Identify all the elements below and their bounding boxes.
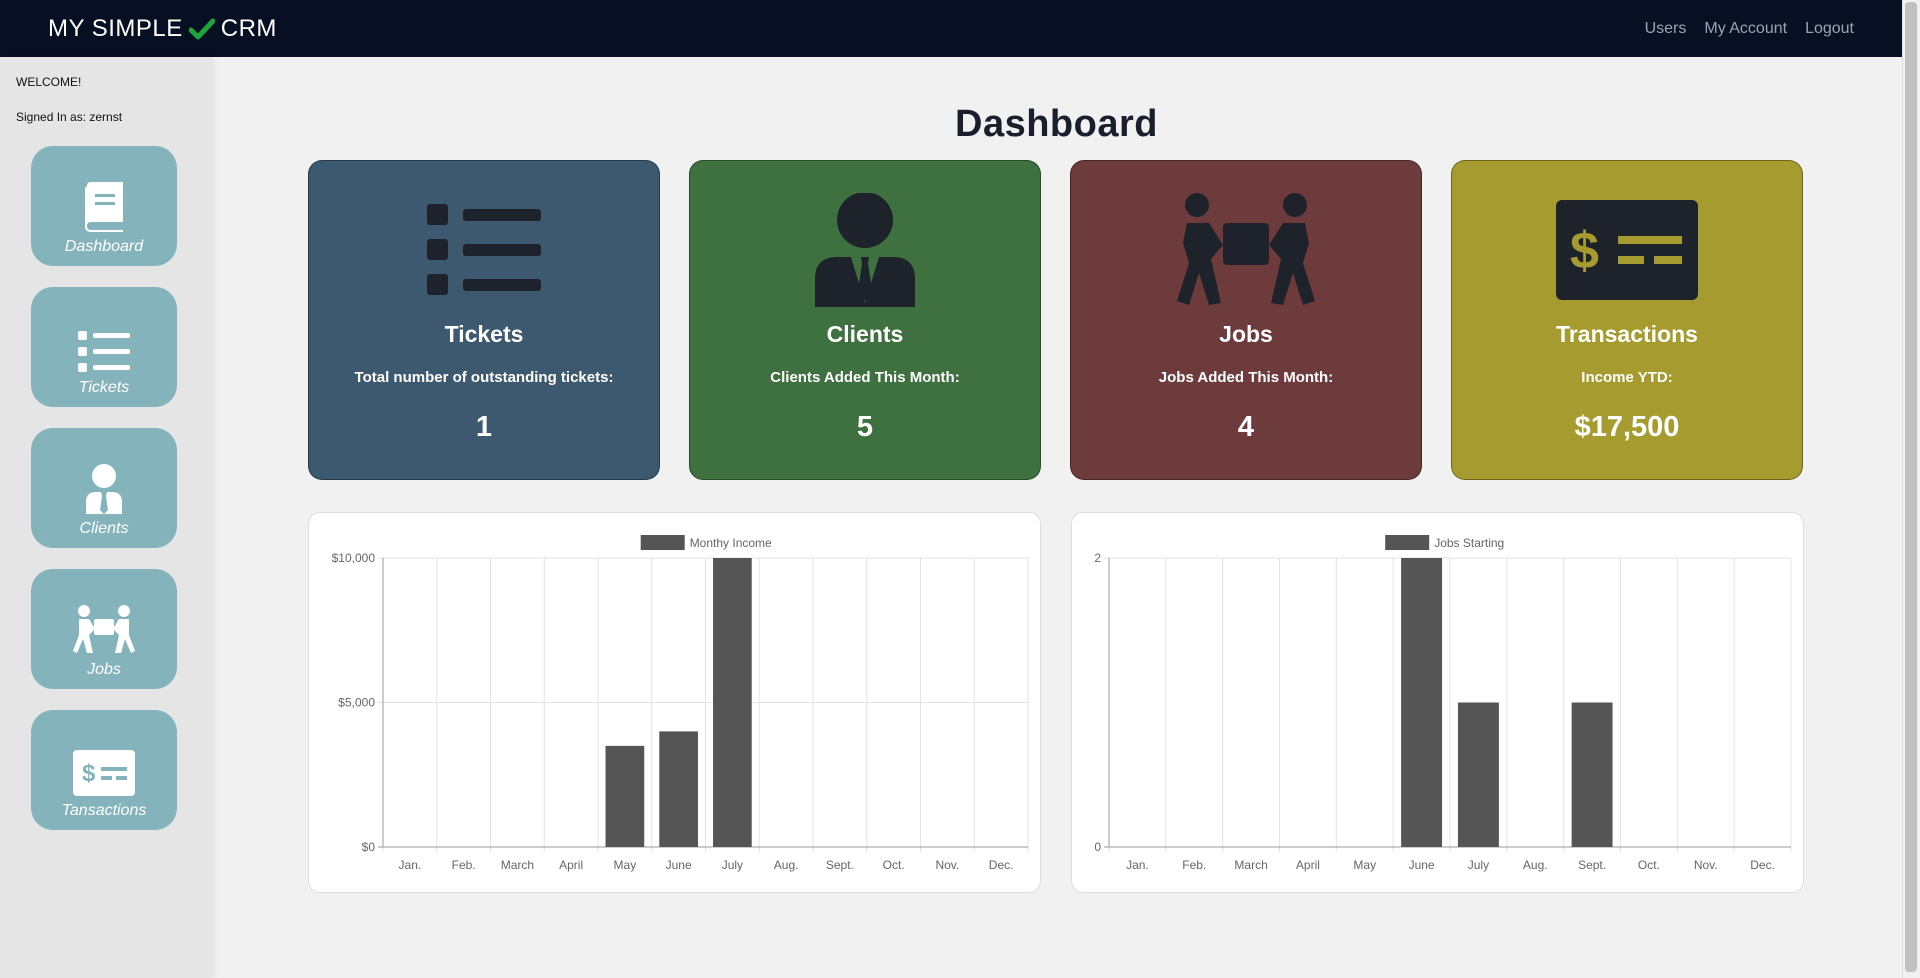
bar-july[interactable] (1457, 702, 1499, 848)
list-icon (78, 331, 130, 372)
nav-my-account-link[interactable]: My Account (1704, 20, 1787, 38)
card-clients[interactable]: Clients Clients Added This Month: 5 (689, 160, 1041, 480)
jobs-starting-chart: Jobs Starting 0 2 Jan. Feb. March April May June… (1071, 512, 1804, 893)
sidebar-item-label: Tickets (78, 379, 130, 396)
card-title: Transactions (1556, 321, 1698, 347)
sidebar-item-jobs[interactable]: Jobs (31, 569, 177, 689)
person-icon (86, 464, 122, 514)
bar-july[interactable] (713, 558, 752, 847)
bar-sept[interactable] (1571, 702, 1613, 848)
nav-users-link[interactable]: Users (1645, 20, 1687, 38)
bar-june[interactable] (1401, 558, 1443, 847)
top-nav-links: Users My Account Logout (1645, 20, 1854, 38)
bar-june[interactable] (659, 731, 698, 847)
scrollbar-thumb[interactable] (1905, 2, 1917, 972)
y-tick-label: $0 (362, 840, 376, 854)
sidebar: WELCOME! Signed In as: zernst Dashboard … (0, 57, 211, 978)
legend-label: Jobs Starting (1434, 536, 1504, 550)
legend-label: Monthy Income (690, 536, 772, 550)
sidebar-item-label: Dashboard (64, 238, 144, 255)
x-tick-label: June (666, 858, 692, 872)
money-check-icon: $ (1556, 200, 1698, 300)
x-tick-label: March (1234, 858, 1267, 872)
movers-icon (73, 605, 135, 653)
chart-legend[interactable]: Monthy Income (640, 535, 772, 550)
x-tick-label: March (501, 858, 534, 872)
nav-logout-link[interactable]: Logout (1805, 20, 1854, 38)
book-icon (85, 182, 123, 232)
y-tick-label: 2 (1094, 551, 1101, 565)
x-tick-label: Sept. (1578, 858, 1606, 872)
card-value: 4 (1237, 411, 1255, 443)
card-subtitle: Jobs Added This Month: (1158, 369, 1334, 386)
page-scrollbar[interactable] (1902, 0, 1920, 978)
card-value: 1 (475, 411, 493, 443)
monthly-income-chart-svg: Monthy Income $0 $5,000 $10,000 Jan. Feb. Marc… (332, 535, 1029, 872)
list-icon (427, 204, 541, 295)
sidebar-item-label: Tansactions (61, 802, 147, 819)
svg-text:$: $ (82, 760, 96, 787)
card-title: Clients (826, 321, 904, 347)
legend-swatch (640, 535, 685, 550)
page-title: Dashboard (955, 103, 1158, 145)
card-title: Jobs (1219, 321, 1273, 347)
x-tick-label: Sept. (826, 858, 854, 872)
bar-may[interactable] (605, 745, 645, 847)
sidebar-item-label: Jobs (87, 661, 121, 678)
person-icon (815, 193, 915, 307)
card-tickets[interactable]: Tickets Total number of outstanding tick… (308, 160, 660, 480)
money-check-icon: $ (73, 750, 135, 796)
x-tick-label: April (559, 858, 583, 872)
card-title: Tickets (444, 321, 524, 347)
sidebar-item-dashboard[interactable]: Dashboard (31, 146, 177, 266)
svg-text:$: $ (1570, 222, 1599, 280)
card-jobs[interactable]: Jobs Jobs Added This Month: 4 (1070, 160, 1422, 480)
x-tick-label: Jan. (1126, 858, 1149, 872)
main-content: Dashboard Tickets Total number of outsta… (211, 57, 1902, 978)
x-tick-label: June (1409, 858, 1435, 872)
brand-text-left: MY SIMPLE (48, 14, 183, 42)
sidebar-item-transactions[interactable]: $ Tansactions (31, 710, 177, 830)
card-subtitle: Clients Added This Month: (770, 369, 960, 386)
x-tick-label: Dec. (1750, 858, 1775, 872)
y-tick-label: $5,000 (338, 696, 375, 710)
y-tick-label: 0 (1094, 840, 1101, 854)
sidebar-item-label: Clients (79, 520, 129, 537)
x-tick-label: July (722, 858, 743, 872)
card-transactions[interactable]: $ Transactions Income YTD: $17,500 (1451, 160, 1803, 480)
card-subtitle: Income YTD: (1581, 369, 1673, 386)
x-tick-label: April (1296, 858, 1320, 872)
jobs-starting-chart-svg: Jobs Starting 0 2 Jan. Feb. March April May June… (1094, 535, 1792, 872)
chart-legend[interactable]: Jobs Starting (1385, 535, 1504, 550)
brand-logo[interactable]: MY SIMPLE CRM (48, 15, 277, 43)
sidebar-item-tickets[interactable]: Tickets (31, 287, 177, 407)
card-value: $17,500 (1574, 411, 1680, 443)
checkmark-icon (188, 18, 215, 39)
x-tick-label: Nov. (935, 858, 959, 872)
x-tick-label: Feb. (1182, 858, 1206, 872)
x-tick-label: Feb. (452, 858, 476, 872)
sidebar-item-clients[interactable]: Clients (31, 428, 177, 548)
monthly-income-chart: Monthy Income $0 $5,000 $10,000 Jan. Feb. Marc… (308, 512, 1041, 893)
x-tick-label: Dec. (989, 858, 1014, 872)
card-value: 5 (856, 411, 874, 443)
top-navbar: MY SIMPLE CRM Users My Account Logout (0, 0, 1902, 57)
x-tick-label: Aug. (1523, 858, 1548, 872)
x-tick-label: May (1353, 858, 1376, 872)
card-subtitle: Total number of outstanding tickets: (354, 369, 614, 386)
x-tick-label: Oct. (1638, 858, 1660, 872)
x-tick-label: Oct. (883, 858, 905, 872)
x-tick-label: May (614, 858, 637, 872)
legend-swatch (1385, 535, 1430, 550)
signed-in-text: Signed In as: zernst (16, 110, 123, 124)
x-tick-label: Jan. (399, 858, 422, 872)
x-tick-label: Aug. (774, 858, 799, 872)
welcome-text: WELCOME! (16, 75, 82, 89)
x-tick-label: Nov. (1694, 858, 1718, 872)
x-tick-label: July (1468, 858, 1489, 872)
y-tick-label: $10,000 (332, 551, 376, 565)
brand-text-right: CRM (220, 14, 277, 42)
movers-icon (1177, 193, 1315, 305)
